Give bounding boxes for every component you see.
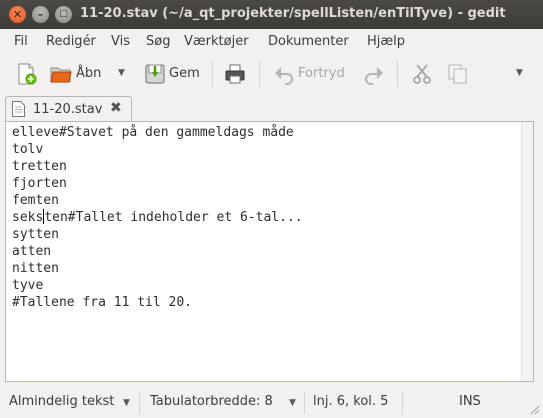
gedit-window: ✕ – □ 11-20.stav (~/a_qt_projekter/spell… [0, 0, 543, 418]
text-file-icon [12, 101, 25, 117]
document-tab-bar: 11-20.stav ✖ [0, 93, 543, 122]
menu-file[interactable]: Fil [14, 34, 28, 49]
editor-line-current[interactable]: seksten#Tallet indeholder et 6-tal... [12, 209, 303, 226]
editor-line[interactable]: atten [12, 243, 303, 260]
undo-icon[interactable] [272, 62, 296, 86]
text-editor[interactable]: elleve#Stavet på den gammeldags måde tol… [5, 121, 534, 382]
chevron-down-icon[interactable]: ▼ [123, 398, 130, 408]
cut-icon[interactable] [410, 62, 434, 86]
menu-edit[interactable]: Redigér [46, 34, 96, 49]
editor-line[interactable]: elleve#Stavet på den gammeldags måde [12, 124, 303, 141]
print-icon[interactable] [223, 62, 247, 86]
editor-line[interactable]: femten [12, 192, 303, 209]
status-separator [304, 392, 305, 414]
editor-lines: elleve#Stavet på den gammeldags måde tol… [12, 124, 303, 311]
menu-help[interactable]: Hjælp [367, 34, 405, 49]
toolbar-separator [397, 61, 398, 87]
vertical-scrollbar[interactable] [521, 122, 533, 381]
document-tab[interactable]: 11-20.stav ✖ [5, 96, 132, 122]
save-button[interactable]: Gem [169, 66, 200, 81]
menu-search[interactable]: Søg [146, 34, 170, 49]
editor-line[interactable]: #Tallene fra 11 til 20. [12, 294, 303, 311]
save-icon[interactable] [143, 62, 167, 86]
chevron-down-icon[interactable]: ▼ [289, 398, 296, 408]
close-tab-icon[interactable]: ✖ [110, 100, 122, 116]
copy-icon[interactable] [446, 62, 470, 86]
open-button[interactable]: Åbn [76, 66, 101, 81]
language-selector[interactable]: Almindelig tekst [9, 394, 114, 409]
status-separator [402, 392, 403, 414]
close-window-button[interactable]: ✕ [9, 6, 26, 23]
undo-button[interactable]: Fortryd [298, 66, 345, 81]
tab-label: 11-20.stav [33, 102, 103, 117]
editor-line[interactable]: tretten [12, 158, 303, 175]
text-after-caret: ten#Tallet indeholder et 6-tal... [44, 210, 303, 225]
editor-line[interactable]: nitten [12, 260, 303, 277]
text-before-caret: seks [12, 210, 44, 225]
minimize-window-button[interactable]: – [32, 6, 49, 23]
new-document-icon[interactable] [14, 62, 38, 86]
status-separator [139, 392, 140, 414]
toolbar-separator [212, 61, 213, 87]
redo-icon[interactable] [362, 62, 386, 86]
title-bar[interactable]: ✕ – □ 11-20.stav (~/a_qt_projekter/spell… [0, 0, 543, 29]
toolbar-separator [259, 61, 260, 87]
insert-mode: INS [459, 394, 481, 409]
resize-grip-icon[interactable] [528, 403, 540, 415]
open-folder-icon[interactable] [49, 62, 73, 86]
editor-line[interactable]: sytten [12, 226, 303, 243]
window-title: 11-20.stav (~/a_qt_projekter/spellListen… [80, 6, 506, 21]
chevron-down-icon[interactable]: ▼ [516, 68, 523, 78]
editor-line[interactable]: tyve [12, 277, 303, 294]
editor-line[interactable]: tolv [12, 141, 303, 158]
menu-documents[interactable]: Dokumenter [268, 34, 349, 49]
tab-width-selector[interactable]: Tabulatorbredde: 8 [150, 394, 273, 409]
editor-line[interactable]: fjorten [12, 175, 303, 192]
toolbar: Åbn ▼ Gem Fortryd ▼ [0, 55, 543, 93]
menu-tools[interactable]: Værktøjer [184, 34, 249, 49]
menu-bar: Fil Redigér Vis Søg Værktøjer Dokumenter… [0, 29, 543, 55]
menu-view[interactable]: Vis [111, 34, 130, 49]
maximize-window-button[interactable]: □ [55, 6, 72, 23]
open-recent-dropdown[interactable]: ▼ [118, 68, 125, 78]
status-bar: Almindelig tekst ▼ Tabulatorbredde: 8 ▼ … [0, 386, 543, 418]
cursor-position: lnj. 6, kol. 5 [313, 394, 389, 409]
